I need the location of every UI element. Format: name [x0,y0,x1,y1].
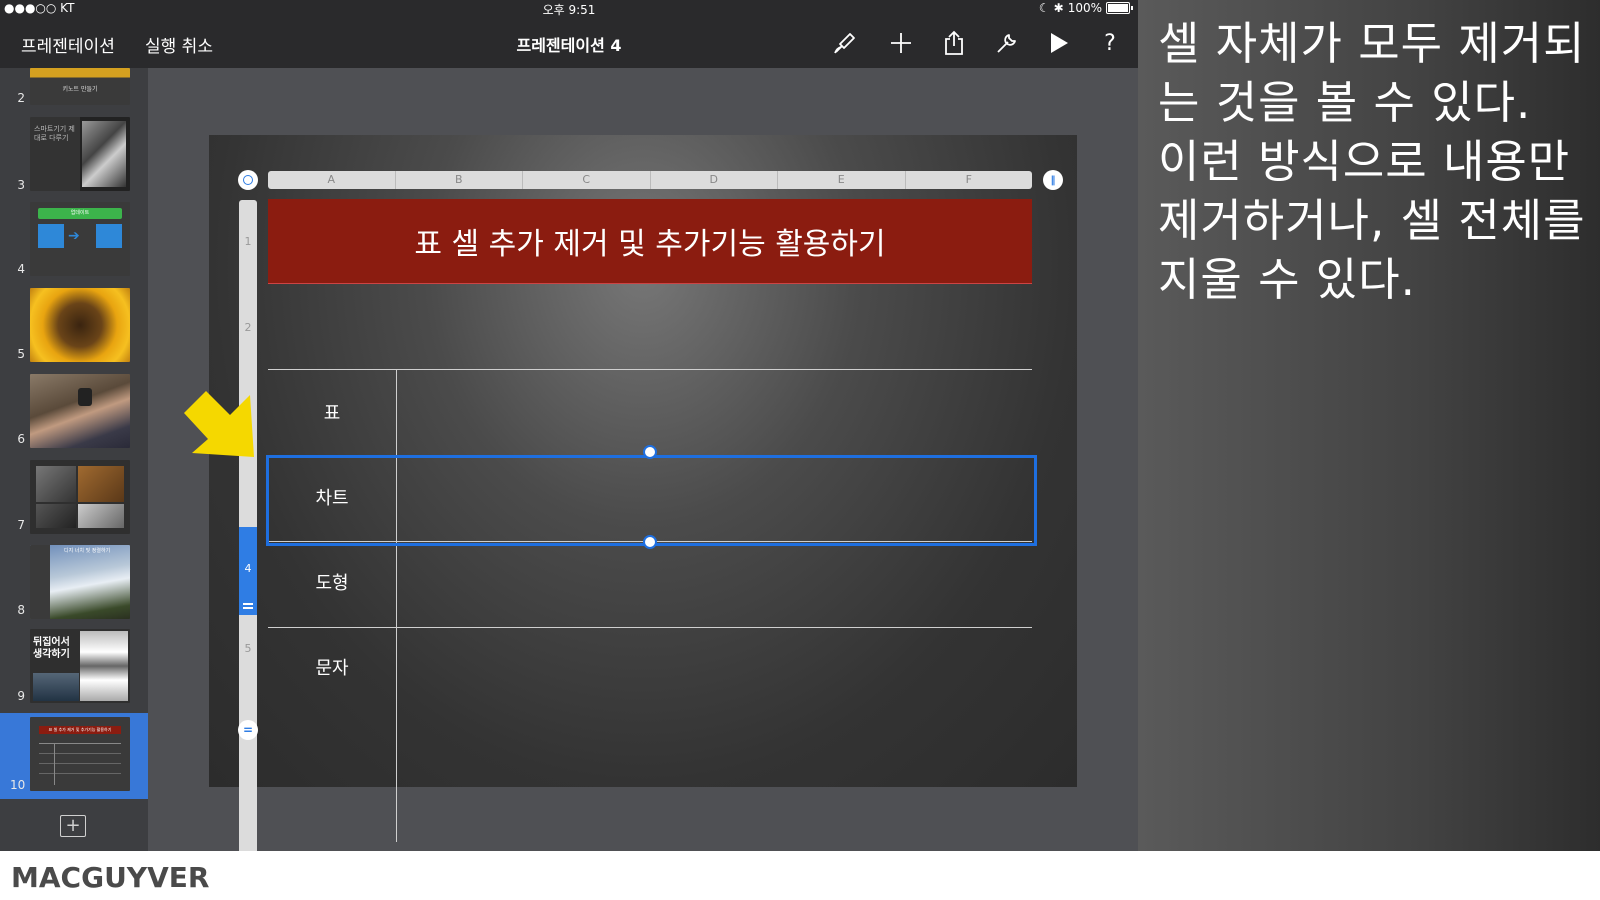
row-header-5[interactable]: 5 [239,642,257,655]
slide-number: 3 [17,178,25,192]
column-header-d[interactable]: D [651,171,778,189]
slide-thumbnail-7[interactable] [30,460,130,534]
add-column-handle[interactable]: ‖ [1043,170,1063,190]
circle-icon [243,175,253,185]
brand-logo: MACGUYVER [11,861,210,894]
column-header-a[interactable]: A [268,171,396,189]
battery-label: 100% [1067,1,1102,15]
table-cell-label[interactable]: 문자 [268,654,396,680]
slide-number: 2 [17,91,25,105]
status-bar: ●●●○○ KT 오후 9:51 ☾ ✱ 100% [0,0,1138,18]
selected-row-box[interactable] [266,455,1037,546]
slide-thumbnail-4[interactable]: 업데이트 ➔ [30,202,130,276]
caption-panel: 셀 자체가 모두 제거되는 것을 볼 수 있다. 이런 방식으로 내용만 제거하… [1138,0,1600,851]
thumb-image [82,121,126,187]
share-icon[interactable] [941,30,967,56]
slide-number: 9 [17,689,25,703]
slide-number: 5 [17,347,25,361]
slide-thumbnail-3[interactable]: 스마트기기 제대로 다루기 [30,117,130,191]
column-header-bar[interactable]: A B C D E F [268,171,1032,189]
document-title: 프레젠테이션 4 [516,36,622,55]
row-divider [268,369,1032,370]
slide-thumbnail-2[interactable]: 키노트 만들기 [30,68,130,105]
status-right: ☾ ✱ 100% [1038,1,1133,15]
watch-image [78,388,92,406]
table-title-cell[interactable]: 표 셀 추가 제거 및 추가기능 활용하기 [268,199,1032,284]
table-title: 표 셀 추가 제거 및 추가기능 활용하기 [414,227,886,262]
thumb-text: 디지 너치 및 정렬하기 [64,548,111,554]
row-header-1[interactable]: 1 [239,235,257,248]
caption-text: 셀 자체가 모두 제거되는 것을 볼 수 있다. 이런 방식으로 내용만 제거하… [1158,17,1586,306]
column-header-e[interactable]: E [778,171,906,189]
slide-number: 4 [17,262,25,276]
row-header-bar[interactable]: 1 2 3 4 5 6 [239,200,257,851]
wrench-icon[interactable] [994,30,1020,56]
selection-top-handle[interactable] [643,445,657,459]
slide-thumbnail-8[interactable]: 디지 너치 및 정렬하기 [30,545,130,619]
moon-icon: ☾ [1038,1,1050,15]
select-table-handle[interactable] [238,170,258,190]
row-divider [268,627,1032,628]
slide-thumbnail-6[interactable] [30,374,130,448]
column-header-c[interactable]: C [523,171,651,189]
help-icon[interactable]: ? [1097,30,1123,56]
slide-thumbnail-9[interactable]: 뒤집어서 생각하기 [30,629,130,703]
table-cell-label[interactable]: 도형 [268,569,396,595]
add-slide-button[interactable]: + [60,815,86,837]
play-icon[interactable] [1046,30,1072,56]
row-header-4[interactable]: 4 [239,562,257,575]
slide-number: 10 [10,778,26,792]
toolbar: 프레젠테이션 실행 취소 프레젠테이션 4 ? [0,18,1138,68]
equals-icon: = [242,723,254,737]
row-header-selected[interactable]: 4 [239,527,257,615]
drag-grip-icon[interactable] [243,603,253,605]
slide-number: 6 [17,432,25,446]
pause-bars-icon: ‖ [1050,174,1056,186]
thumb-text: 스마트기기 제대로 다루기 [34,125,75,142]
bluetooth-icon: ✱ [1053,1,1064,15]
column-header-b[interactable]: B [396,171,523,189]
ipad-screen: ●●●○○ KT 오후 9:51 ☾ ✱ 100% 프레젠테이션 실행 취소 프… [0,0,1138,851]
table-cell-label[interactable]: 표 [268,399,396,425]
format-brush-icon[interactable] [832,30,858,56]
clock-label: 오후 9:51 [542,3,596,17]
footer: MACGUYVER [0,851,1600,900]
slide-thumbnail-10[interactable]: 표 셀 추가 제거 및 추가기능 활용하기 [30,717,130,791]
slide-navigator: 키노트 만들기 2 스마트기기 제대로 다루기 3 업데이트 ➔ 4 5 6 7 [0,68,148,851]
yellow-arrow-icon [184,391,254,457]
battery-icon [1106,2,1133,14]
add-row-handle[interactable]: = [238,720,258,740]
slide-number: 8 [17,603,25,617]
slide-thumbnail-5[interactable] [30,288,130,362]
arrow-right-icon: ➔ [68,228,80,244]
slide-canvas: A B C D E F ‖ 1 2 3 4 5 6 표 셀 추가 제거 및 추가… [209,135,1077,851]
column-divider [396,369,397,842]
thumb-text: 표 셀 추가 제거 및 추가기능 활용하기 [39,726,121,734]
row-header-2[interactable]: 2 [239,321,257,334]
thumb-text: 업데이트 [38,208,122,219]
thumb-text: 뒤집어서 생각하기 [33,637,70,660]
thumb-text: 키노트 만들기 [62,86,98,93]
slide-number: 7 [17,518,25,532]
selection-bottom-handle[interactable] [643,535,657,549]
plus-icon[interactable] [888,30,914,56]
column-header-f[interactable]: F [906,171,1033,189]
